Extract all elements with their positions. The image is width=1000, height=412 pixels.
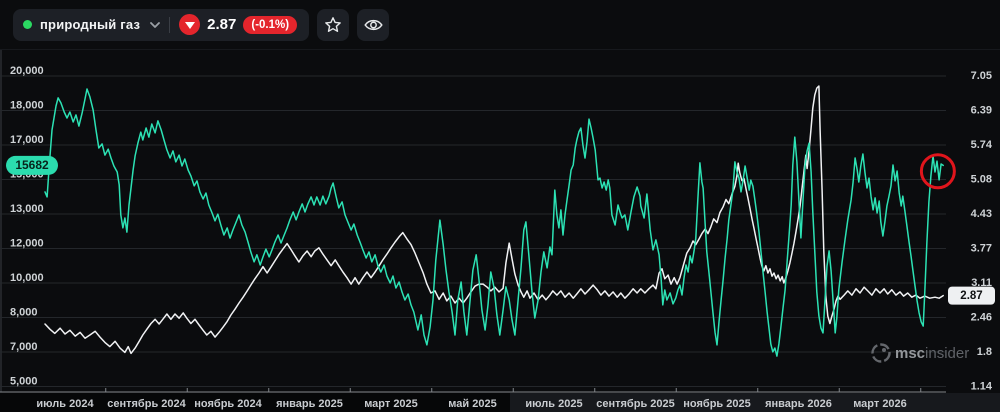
instrument-selector[interactable]: природный газ	[23, 17, 160, 32]
eye-icon	[364, 18, 383, 32]
right-axis-label: 7.05	[971, 70, 992, 82]
price-chart[interactable]: 20,0007.0518,0006.3917,0005.7415,0005.08…	[0, 0, 1000, 412]
left-axis-label: 7,000	[10, 341, 38, 353]
watermark-brand: mscinsider	[895, 345, 969, 362]
left-axis-label: 13,000	[10, 203, 44, 215]
x-axis-month-label: ноябрь 2025	[683, 398, 750, 410]
right-axis-label: 3.77	[971, 242, 992, 254]
right-axis-label: 1.8	[977, 346, 992, 358]
instrument-widget: природный газ 2.87 (-0.1%)	[13, 9, 309, 41]
star-icon	[324, 16, 342, 34]
chart-left-edge	[0, 50, 2, 392]
x-axis-month-label: май 2025	[448, 398, 496, 410]
series-line-benchmark-right-scale	[45, 86, 943, 353]
left-axis-label: 17,000	[10, 134, 44, 146]
right-axis-label: 2.46	[971, 311, 992, 323]
favorite-button[interactable]	[317, 9, 349, 41]
x-axis-month-label: март 2025	[364, 398, 418, 410]
x-axis-month-label: январь 2025	[276, 398, 343, 410]
triangle-down-icon	[179, 14, 200, 35]
watermark-logo-icon	[873, 345, 890, 362]
visibility-button[interactable]	[357, 9, 389, 41]
time-scrollbar-right[interactable]	[510, 393, 1000, 412]
right-axis-label: 4.43	[971, 208, 992, 220]
trading-chart-app: 20,0007.0518,0006.3917,0005.7415,0005.08…	[0, 0, 1000, 412]
left-axis-label: 8,000	[10, 307, 38, 319]
x-axis-month-label: январь 2026	[765, 398, 832, 410]
x-axis-month-label: ноябрь 2024	[194, 398, 262, 410]
left-axis-label: 12,000	[10, 238, 44, 250]
last-value-badge-right-text: 2.87	[960, 290, 982, 302]
last-price: 2.87	[207, 16, 236, 33]
instrument-name: природный газ	[40, 17, 140, 32]
right-axis-label: 6.39	[971, 104, 992, 116]
right-axis-label: 1.14	[971, 380, 993, 392]
x-axis-month-label: июль 2025	[525, 398, 582, 410]
left-axis-label: 18,000	[10, 100, 44, 112]
divider	[169, 17, 170, 33]
x-axis-month-label: сентябрь 2024	[107, 398, 186, 410]
left-axis-label: 10,000	[10, 272, 44, 284]
x-axis-month-label: сентябрь 2025	[596, 398, 675, 410]
series-line-natural-gas-left-scale	[45, 89, 943, 356]
instrument-status-dot	[23, 20, 32, 29]
left-axis-label: 5,000	[10, 376, 38, 388]
right-axis-label: 5.74	[971, 139, 993, 151]
left-axis-label: 20,000	[10, 65, 44, 77]
x-axis-month-label: июль 2024	[36, 398, 94, 410]
price-change-badge: (-0.1%)	[243, 16, 297, 34]
right-axis-label: 5.08	[971, 173, 992, 185]
chart-toolbar: природный газ 2.87 (-0.1%)	[0, 0, 1000, 50]
x-axis-month-label: март 2026	[853, 398, 907, 410]
price-display: 2.87 (-0.1%)	[179, 14, 297, 35]
last-value-badge-left-text: 15682	[15, 158, 49, 172]
chevron-down-icon	[150, 22, 160, 28]
watermark-logo-dot	[882, 348, 886, 352]
